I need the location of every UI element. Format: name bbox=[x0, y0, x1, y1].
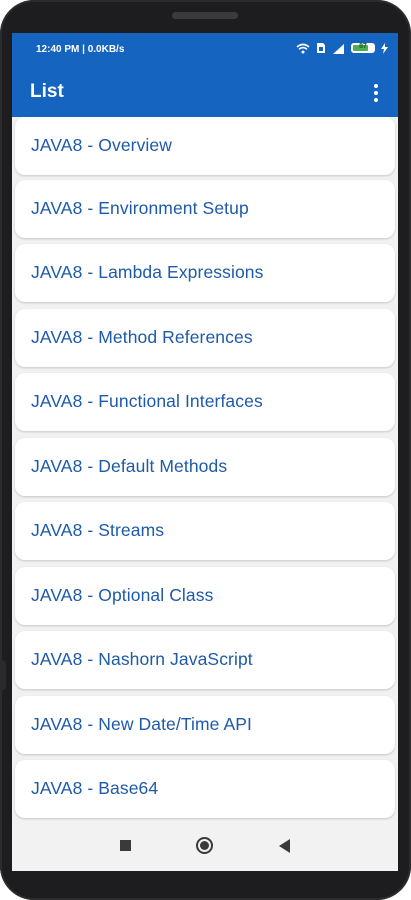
list-item-label: JAVA8 - Method References bbox=[31, 327, 253, 347]
list-item-label: JAVA8 - Default Methods bbox=[31, 456, 228, 476]
list-item-label: JAVA8 - Base64 bbox=[31, 778, 159, 798]
list-item[interactable]: JAVA8 - Base64 bbox=[15, 760, 395, 818]
screen: 12:40 PM | 0.0KB/s 87 List JAVA8 - Overv… bbox=[12, 33, 398, 871]
phone-frame: 12:40 PM | 0.0KB/s 87 List JAVA8 - Overv… bbox=[0, 0, 411, 900]
charging-icon bbox=[381, 42, 388, 54]
list-item-label: JAVA8 - Nashorn JavaScript bbox=[31, 649, 253, 669]
speaker-grille bbox=[172, 12, 238, 19]
page-title: List bbox=[30, 81, 64, 102]
list-item[interactable]: JAVA8 - Optional Class bbox=[15, 567, 395, 625]
battery-icon: 87 bbox=[351, 43, 375, 53]
list-item[interactable]: JAVA8 - Functional Interfaces bbox=[15, 373, 395, 431]
list-item-label: JAVA8 - New Date/Time API bbox=[31, 714, 252, 734]
list-item[interactable]: JAVA8 - Method References bbox=[15, 309, 395, 367]
list-item-label: JAVA8 - Lambda Expressions bbox=[31, 262, 264, 282]
list-item[interactable]: JAVA8 - Default Methods bbox=[15, 438, 395, 496]
list-item[interactable]: JAVA8 - Environment Setup bbox=[15, 180, 395, 238]
list-item[interactable]: JAVA8 - Streams bbox=[15, 502, 395, 560]
list-item-label: JAVA8 - Overview bbox=[31, 135, 172, 155]
recents-icon[interactable] bbox=[120, 840, 131, 851]
wifi-icon bbox=[296, 43, 310, 53]
status-icons: 87 bbox=[296, 42, 388, 54]
list-item[interactable]: JAVA8 - New Date/Time API bbox=[15, 696, 395, 754]
sim-icon bbox=[317, 43, 325, 53]
system-nav-bar bbox=[12, 821, 398, 871]
list-item-label: JAVA8 - Optional Class bbox=[31, 585, 214, 605]
list-item-label: JAVA8 - Streams bbox=[31, 520, 165, 540]
status-time: 12:40 PM | 0.0KB/s bbox=[36, 44, 125, 55]
signal-icon bbox=[333, 43, 344, 54]
status-bar: 12:40 PM | 0.0KB/s 87 bbox=[12, 33, 398, 69]
list-item[interactable]: JAVA8 - Nashorn JavaScript bbox=[15, 631, 395, 689]
back-icon[interactable] bbox=[279, 839, 290, 853]
list-item[interactable]: JAVA8 - Overview bbox=[15, 117, 395, 175]
list-item-label: JAVA8 - Functional Interfaces bbox=[31, 391, 263, 411]
side-button bbox=[0, 660, 6, 690]
app-bar: List bbox=[12, 69, 398, 117]
more-vert-icon[interactable] bbox=[362, 77, 390, 109]
list-item-label: JAVA8 - Environment Setup bbox=[31, 198, 249, 218]
topic-list: JAVA8 - Overview JAVA8 - Environment Set… bbox=[12, 117, 398, 821]
home-icon[interactable] bbox=[196, 837, 213, 854]
list-item[interactable]: JAVA8 - Lambda Expressions bbox=[15, 244, 395, 302]
battery-level: 87 bbox=[359, 43, 367, 50]
